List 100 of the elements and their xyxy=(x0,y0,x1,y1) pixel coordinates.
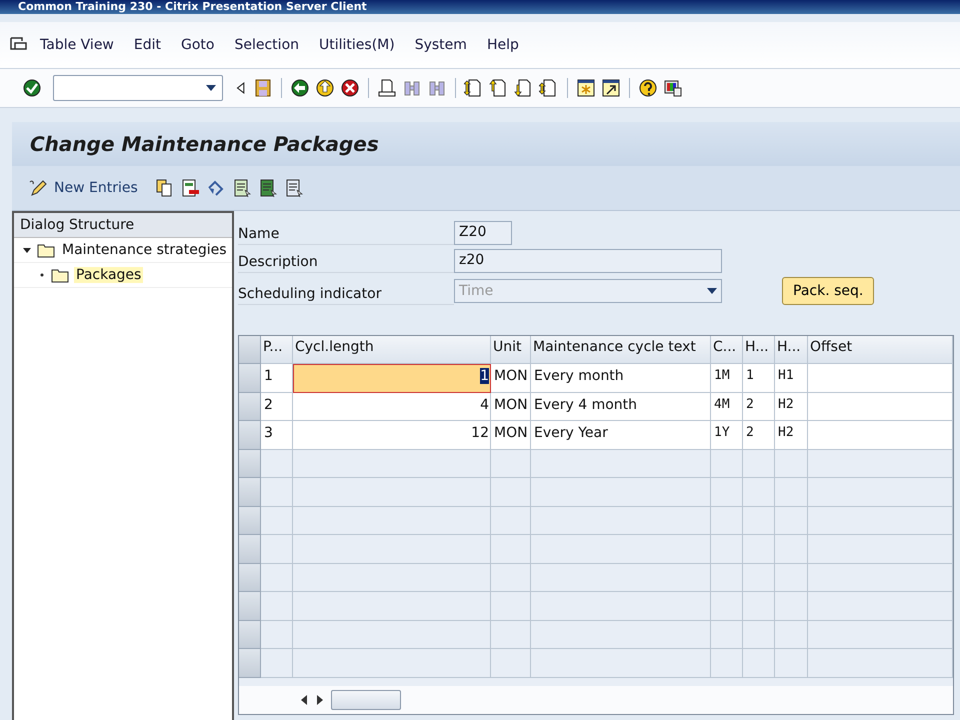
table-cell xyxy=(743,592,775,620)
table-cell xyxy=(775,506,808,535)
back-icon[interactable] xyxy=(290,78,310,98)
table-cell xyxy=(491,564,531,592)
delete-row-icon[interactable] xyxy=(180,178,200,198)
column-header[interactable]: P... xyxy=(261,336,293,364)
table-cell xyxy=(775,450,808,478)
copy-icon[interactable] xyxy=(154,178,174,198)
table-cell xyxy=(775,649,808,678)
column-header[interactable]: Unit xyxy=(491,336,531,364)
table-cell: H2 xyxy=(775,421,808,450)
cancel-icon[interactable] xyxy=(340,78,360,98)
dropdown-arrow-icon[interactable] xyxy=(206,85,216,91)
input-field[interactable]: Z20 xyxy=(454,221,512,245)
table-cell xyxy=(261,506,293,535)
table-cell xyxy=(743,535,775,564)
column-header[interactable]: H... xyxy=(743,336,775,364)
table-cell xyxy=(743,506,775,535)
table-cell[interactable]: 12 xyxy=(293,421,491,450)
table-cell: MON xyxy=(491,392,531,421)
table-cell xyxy=(261,592,293,620)
column-header[interactable]: H... xyxy=(775,336,808,364)
menu-item[interactable]: System xyxy=(406,35,475,55)
table-cell[interactable]: 4 xyxy=(293,392,491,421)
table-cell: Every month xyxy=(531,364,711,392)
new-session-icon[interactable] xyxy=(576,78,596,98)
menu-item[interactable]: Help xyxy=(478,35,527,55)
table-cell xyxy=(743,620,775,649)
document-icon[interactable] xyxy=(284,178,304,198)
document-icon[interactable] xyxy=(232,178,252,198)
table-cell xyxy=(261,450,293,478)
field-label: Scheduling indicator xyxy=(238,283,454,305)
select-all-cell[interactable] xyxy=(239,336,261,364)
menu-item[interactable]: Selection xyxy=(226,35,308,55)
table-cell xyxy=(711,478,743,506)
table-cell xyxy=(711,506,743,535)
screen-title: Change Maintenance Packages xyxy=(30,132,379,156)
table-cell xyxy=(491,592,531,620)
table-cell xyxy=(711,620,743,649)
table-cell xyxy=(775,535,808,564)
column-header[interactable]: Offset xyxy=(808,336,953,364)
menu-item[interactable]: Utilities(M) xyxy=(311,35,403,55)
table-cell xyxy=(711,450,743,478)
expand-arrow-icon[interactable] xyxy=(22,245,32,255)
table-cell: Every 4 month xyxy=(531,392,711,421)
pack-seq-button[interactable]: Pack. seq. xyxy=(782,277,874,305)
column-header[interactable]: Cycl.length xyxy=(293,336,491,364)
table-cell xyxy=(491,478,531,506)
menu-item[interactable]: Table View xyxy=(32,35,122,55)
table-cell: 2 xyxy=(743,421,775,450)
print-icon[interactable] xyxy=(377,78,397,98)
menu-item[interactable]: Goto xyxy=(173,35,222,55)
exit-icon[interactable] xyxy=(315,78,335,98)
table-cell xyxy=(711,592,743,620)
shortcut-icon[interactable] xyxy=(601,78,621,98)
input-field[interactable]: z20 xyxy=(454,249,722,273)
table-cell xyxy=(491,535,531,564)
window-title: Common Training 230 - Citrix Presentation Server Client xyxy=(18,0,367,14)
table-cell: H1 xyxy=(775,364,808,392)
layout-icon[interactable] xyxy=(663,78,683,98)
scroll-right-icon[interactable] xyxy=(315,694,325,706)
table-cell xyxy=(261,620,293,649)
tree-item[interactable]: Packages xyxy=(74,267,144,283)
menu-item[interactable]: Edit xyxy=(126,35,170,55)
check-icon[interactable] xyxy=(22,78,42,98)
save-icon[interactable] xyxy=(253,78,273,98)
table-cell: Every Year xyxy=(531,421,711,450)
table-cell xyxy=(775,592,808,620)
table-cell xyxy=(775,564,808,592)
table-cell xyxy=(743,450,775,478)
help-icon[interactable] xyxy=(638,78,658,98)
panel-header: Dialog Structure xyxy=(14,213,232,238)
undo-icon[interactable] xyxy=(206,178,226,198)
bullet-icon xyxy=(38,271,46,279)
table-cell[interactable]: 1 xyxy=(293,364,491,392)
table-cell: 1M xyxy=(711,364,743,392)
scroll-thumb[interactable] xyxy=(331,690,401,710)
table-cell xyxy=(711,649,743,678)
table-cell xyxy=(491,506,531,535)
column-header[interactable]: C... xyxy=(711,336,743,364)
table-cell: H2 xyxy=(775,392,808,421)
command-field[interactable] xyxy=(53,75,223,101)
scroll-left-icon[interactable] xyxy=(299,694,309,706)
table-cell: MON xyxy=(491,421,531,450)
table-cell: 1Y xyxy=(711,421,743,450)
document-icon[interactable] xyxy=(258,178,278,198)
tree-item[interactable]: Maintenance strategies xyxy=(60,242,229,258)
table-cell: 4M xyxy=(711,392,743,421)
table-cell xyxy=(743,649,775,678)
horizontal-scrollbar[interactable] xyxy=(239,686,953,714)
pencil-icon[interactable] xyxy=(28,178,48,198)
column-header[interactable]: Maintenance cycle text xyxy=(531,336,711,364)
table-cell xyxy=(711,564,743,592)
table-cell xyxy=(261,478,293,506)
table-cell: 3 xyxy=(261,421,293,450)
table-cell xyxy=(261,564,293,592)
new-entries-button[interactable]: New Entries xyxy=(24,176,142,200)
field-label: Name xyxy=(238,223,454,245)
table-cell: 2 xyxy=(261,392,293,421)
table-cell xyxy=(711,535,743,564)
